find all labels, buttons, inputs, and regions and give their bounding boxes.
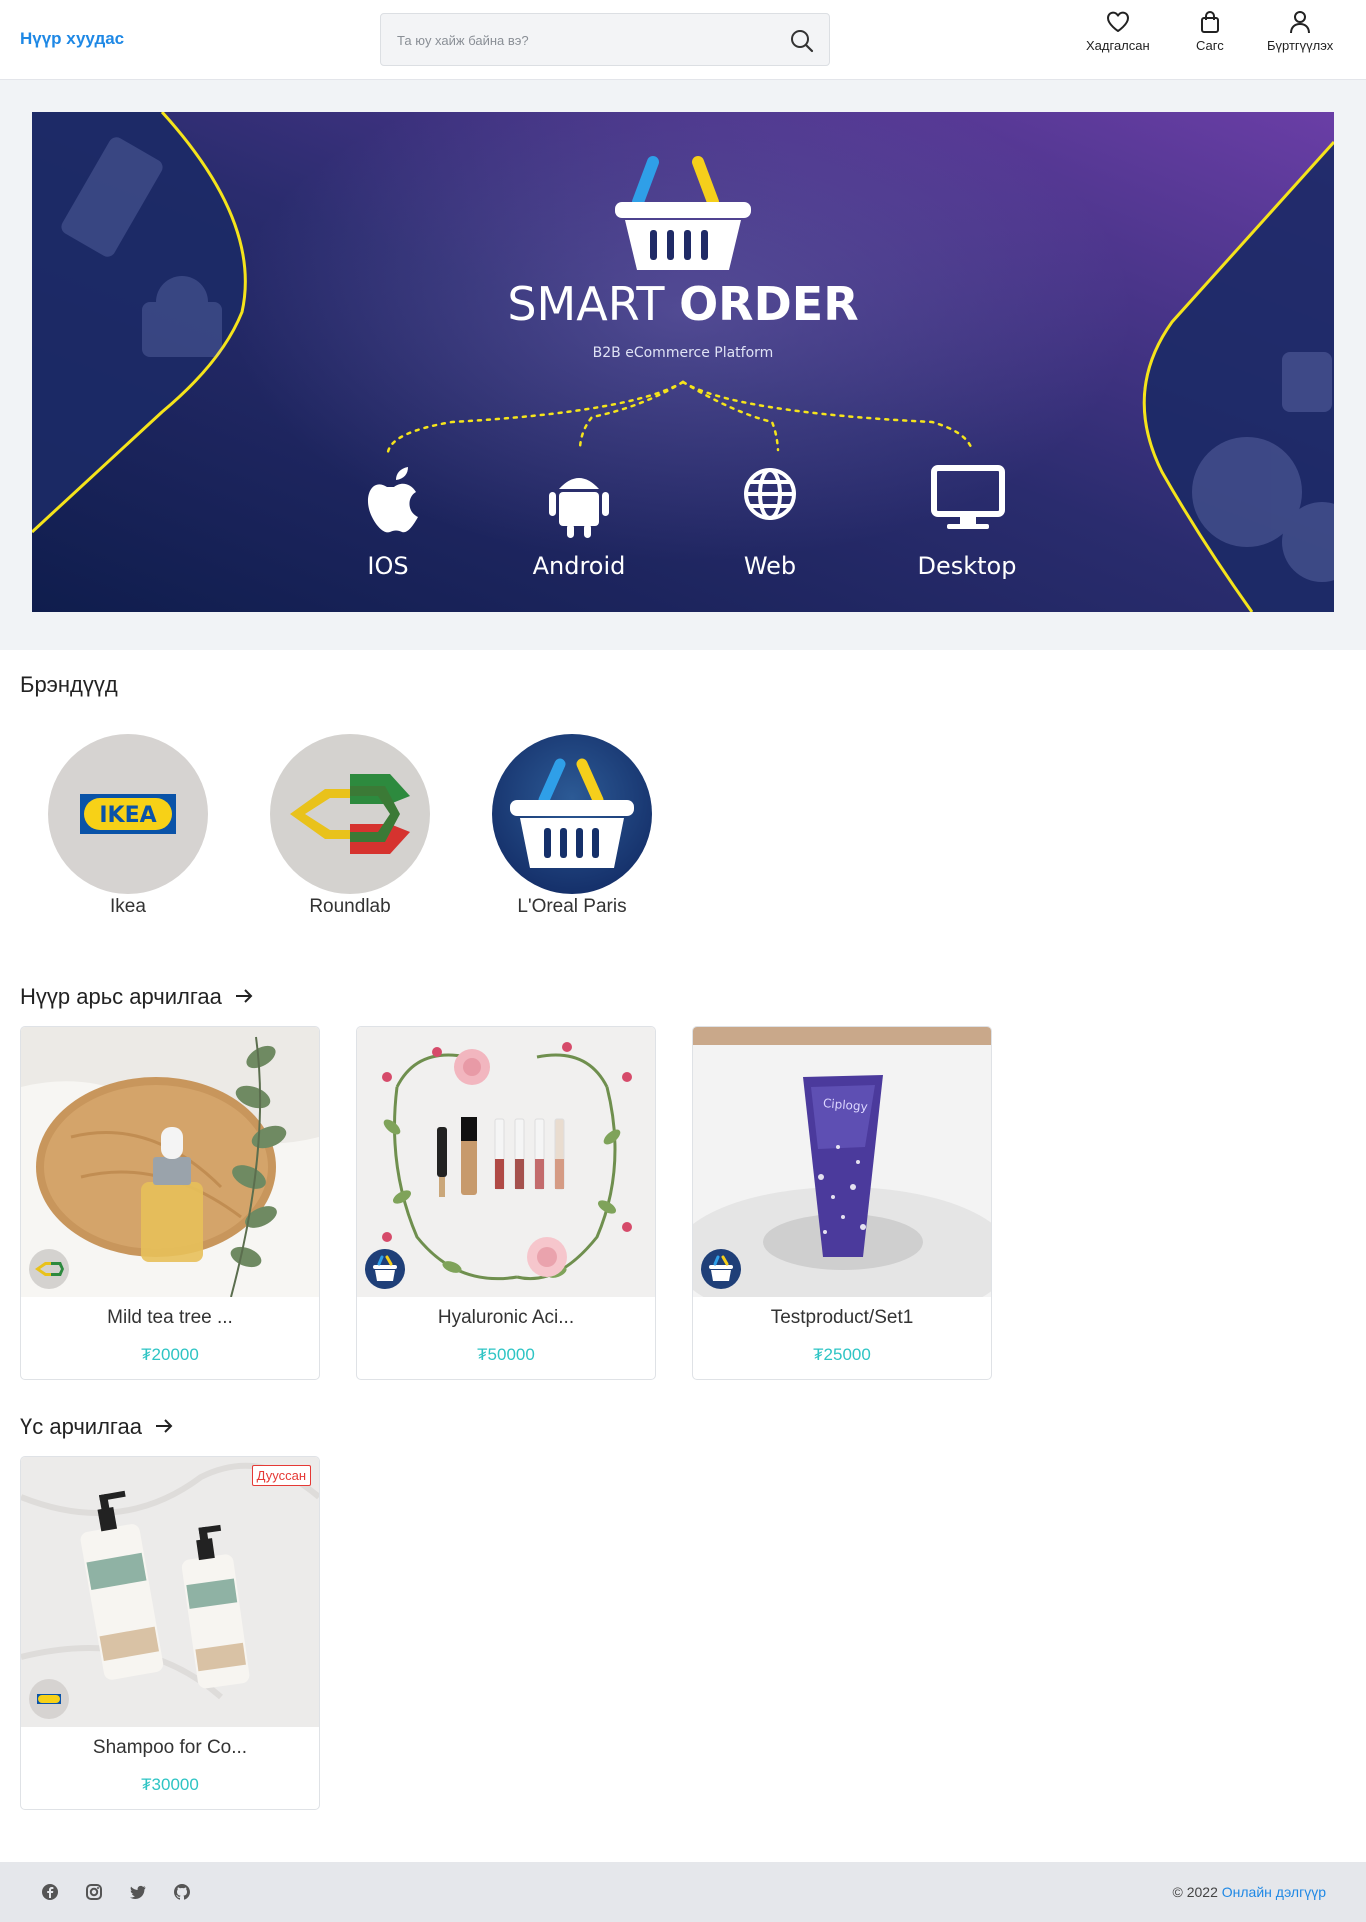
platform-label-android: Android [533, 552, 626, 580]
product-price: ₮30000 [141, 1775, 199, 1794]
hero-carousel[interactable]: SMART ORDER B2B eCommerce Platform IOS A… [32, 112, 1334, 612]
nav-saved[interactable]: Хадгалсан [1086, 10, 1150, 53]
carousel-dot-3[interactable] [709, 669, 731, 672]
product-title: Testproduct/Set1 [770, 1307, 914, 1328]
face-care-heading: Нүүр арьс арчилгаа [20, 984, 254, 1010]
twitter-icon[interactable] [129, 1883, 147, 1901]
arrow-right-icon[interactable] [154, 1414, 174, 1440]
nav-register-label: Бүртгүүлэх [1267, 38, 1334, 53]
brand-badge [365, 1249, 405, 1289]
brand-roundlab-logo [270, 734, 430, 894]
product-card[interactable]: Дууссан Shampoo for Co... ₮30000 [20, 1456, 320, 1810]
home-logo-link[interactable]: Нүүр хуудас [20, 29, 124, 49]
product-price: ₮20000 [141, 1345, 199, 1364]
footer: © 2022 Онлайн дэлгүүр [0, 1862, 1366, 1922]
brand-roundlab-name: Roundlab [309, 896, 391, 917]
copyright: © 2022 Онлайн дэлгүүр [1173, 1884, 1327, 1900]
copyright-text: © 2022 [1172, 1884, 1222, 1900]
shopping-bag-icon [1200, 11, 1219, 33]
brand-loreal[interactable]: L'Oreal Paris [492, 734, 652, 918]
platform-label-desktop: Desktop [918, 552, 1017, 580]
nav-saved-label: Хадгалсан [1086, 38, 1150, 53]
sold-out-badge: Дууссан [251, 1465, 311, 1486]
brands-heading-text: Брэндүүд [20, 672, 118, 697]
face-care-heading-text: Нүүр арьс арчилгаа [20, 984, 222, 1009]
brand-badge [29, 1679, 69, 1719]
search-bar [380, 13, 830, 66]
arrow-right-icon[interactable] [234, 984, 254, 1010]
search-icon[interactable] [789, 28, 815, 54]
instagram-icon[interactable] [85, 1883, 103, 1901]
nav-cart[interactable]: Сагс [1196, 10, 1224, 53]
brand-loreal-name: L'Oreal Paris [517, 896, 627, 917]
heart-icon [1106, 11, 1129, 32]
brand-ikea-name: Ikea [110, 896, 146, 917]
github-icon[interactable] [173, 1883, 191, 1901]
svg-text:IKEA: IKEA [99, 803, 156, 828]
brand-badge [701, 1249, 741, 1289]
product-card[interactable]: Ciplogy Testproduct/Set1 ₮25000 [692, 1026, 992, 1380]
carousel-dot-2[interactable] [679, 669, 701, 672]
product-image [21, 1027, 319, 1297]
product-price: ₮50000 [477, 1345, 535, 1364]
brand-ikea-logo: IKEA [48, 734, 208, 894]
product-card[interactable]: Hyaluronic Aci... ₮50000 [356, 1026, 656, 1380]
facebook-icon[interactable] [41, 1883, 59, 1901]
carousel-dot-1[interactable] [649, 669, 671, 672]
brand-roundlab[interactable]: Roundlab [270, 734, 430, 918]
user-icon [1290, 11, 1311, 34]
banner-title-bold: ORDER [679, 277, 859, 331]
product-image: Ciplogy [693, 1027, 991, 1297]
banner-subtitle: B2B eCommerce Platform [593, 345, 774, 361]
search-input[interactable] [397, 28, 757, 52]
hero-banner-graphic: SMART ORDER B2B eCommerce Platform IOS A… [32, 112, 1334, 612]
brand-ikea[interactable]: IKEA Ikea [48, 734, 208, 918]
hair-care-heading: Үс арчилгаа [20, 1414, 174, 1440]
product-image [21, 1457, 319, 1727]
nav-cart-label: Сагс [1196, 38, 1224, 53]
footer-shop-link[interactable]: Онлайн дэлгүүр [1222, 1884, 1326, 1900]
banner-title-light: SMART [507, 277, 679, 331]
platform-label-ios: IOS [367, 552, 408, 580]
product-image [357, 1027, 655, 1297]
carousel-indicators [649, 669, 731, 672]
product-title: Shampoo for Co... [92, 1737, 248, 1758]
brand-badge [29, 1249, 69, 1289]
brands-heading: Брэндүүд [20, 672, 118, 698]
product-price: ₮25000 [813, 1345, 871, 1364]
product-title: Mild tea tree ... [107, 1307, 233, 1328]
banner-section: SMART ORDER B2B eCommerce Platform IOS A… [0, 80, 1366, 672]
platform-label-web: Web [744, 552, 796, 580]
top-header: Нүүр хуудас Хадгалсан Сагс Бүртгүүлэх [0, 0, 1366, 80]
svg-text:SMART ORDER: SMART ORDER [507, 277, 858, 331]
product-title: Hyaluronic Aci... [437, 1307, 575, 1328]
brand-loreal-logo [492, 734, 652, 894]
product-card[interactable]: Mild tea tree ... ₮20000 [20, 1026, 320, 1380]
nav-register[interactable]: Бүртгүүлэх [1267, 10, 1333, 53]
hair-care-heading-text: Үс арчилгаа [20, 1414, 142, 1439]
